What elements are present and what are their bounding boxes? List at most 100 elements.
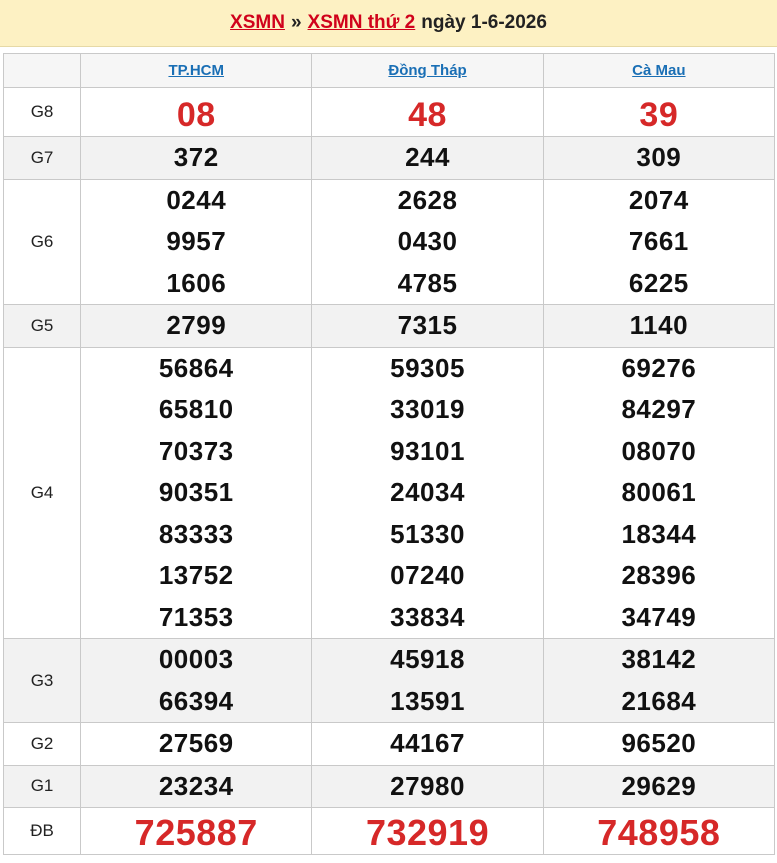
result-number: 0430 — [397, 226, 458, 256]
result-number: 34749 — [621, 601, 697, 632]
result-number: 59305 — [390, 352, 465, 383]
result-number: 07240 — [390, 560, 465, 590]
result-number: 69276 — [621, 352, 697, 383]
result-number: 1606 — [166, 267, 227, 298]
draw-date: ngày 1-6-2026 — [421, 12, 547, 33]
result-number: 00003 — [158, 644, 234, 674]
result-cell: 23234 — [80, 764, 313, 808]
result-cell: 08 — [80, 87, 313, 137]
result-cell: 38142 21684 — [542, 638, 776, 723]
result-number: 372 — [173, 142, 219, 172]
result-number: 80061 — [621, 477, 697, 507]
prize-label: ĐB — [2, 807, 82, 855]
result-cell: 27569 — [80, 722, 313, 766]
result-number: 70373 — [158, 435, 234, 466]
result-cell: 2799 — [80, 304, 313, 348]
result-cell: 725887 — [80, 807, 313, 855]
result-number: 23234 — [158, 770, 234, 801]
result-number: 13752 — [158, 560, 234, 590]
result-number: 39 — [639, 96, 679, 135]
result-number: 2628 — [397, 184, 458, 215]
result-number: 309 — [636, 142, 682, 172]
province-header-row: TP.HCM Đồng Tháp Cà Mau — [2, 53, 776, 88]
prize-label: G5 — [2, 304, 82, 348]
prize-label: G2 — [2, 722, 82, 766]
result-number: 18344 — [621, 518, 697, 549]
result-number: 83333 — [158, 518, 234, 549]
result-cell: 96520 — [542, 722, 776, 766]
corner-cell — [2, 53, 82, 88]
prize-row: G6 0244 9957 1606 2628 0430 4785 2074 7661 6225 — [2, 178, 776, 305]
result-number: 7315 — [397, 310, 458, 340]
result-number: 48 — [408, 96, 447, 135]
result-number: 27980 — [390, 770, 465, 801]
prize-label: G3 — [2, 638, 82, 723]
result-number: 21684 — [621, 685, 697, 716]
result-number: 71353 — [158, 601, 234, 632]
result-number: 45918 — [390, 644, 465, 674]
result-number: 732919 — [365, 812, 490, 854]
result-number: 27569 — [158, 728, 234, 758]
prize-row: ĐB 725887 732919 748958 — [2, 807, 776, 855]
result-cell: 29629 — [542, 764, 776, 808]
result-cell: 44167 — [311, 722, 544, 766]
result-number: 90351 — [158, 477, 234, 507]
prize-row: G2 27569 44167 96520 — [2, 722, 776, 766]
result-number: 13591 — [390, 685, 465, 716]
result-cell: 00003 66394 — [80, 638, 313, 723]
results-table: TP.HCM Đồng Tháp Cà Mau G8 08 48 39 G7 372 244… — [2, 53, 776, 855]
page-title-bar: XSMN » XSMN thứ 2 ngày 1-6-2026 — [0, 0, 777, 47]
result-number: 84297 — [621, 394, 697, 424]
prize-row: G1 23234 27980 29629 — [2, 764, 776, 808]
prize-row: G4 56864 65810 70373 90351 83333 13752 71353 593… — [2, 346, 776, 639]
province-link-tphcm[interactable]: TP.HCM — [168, 62, 224, 79]
result-number: 2799 — [166, 310, 227, 340]
result-cell: 2074 7661 6225 — [542, 178, 776, 305]
result-cell: 0244 9957 1606 — [80, 178, 313, 305]
result-number: 24034 — [390, 477, 465, 507]
result-cell: 27980 — [311, 764, 544, 808]
result-cell: 39 — [542, 87, 776, 137]
result-number: 51330 — [390, 518, 465, 549]
result-cell: 732919 — [311, 807, 544, 855]
result-number: 2074 — [628, 184, 689, 215]
result-cell: 2628 0430 4785 — [311, 178, 544, 305]
result-number: 9957 — [166, 226, 227, 256]
result-number: 08070 — [621, 435, 697, 466]
result-number: 38142 — [621, 644, 697, 674]
result-number: 08 — [176, 96, 216, 135]
result-cell: 56864 65810 70373 90351 83333 13752 71353 — [80, 346, 313, 639]
result-number: 33019 — [390, 394, 465, 424]
breadcrumb-separator: » — [290, 12, 302, 33]
result-number: 93101 — [390, 435, 465, 466]
result-number: 96520 — [621, 728, 697, 758]
xsmn-link[interactable]: XSMN — [230, 12, 285, 34]
province-link-ca-mau[interactable]: Cà Mau — [632, 62, 685, 79]
result-cell: 69276 84297 08070 80061 18344 28396 34749 — [542, 346, 776, 639]
result-number: 65810 — [158, 394, 234, 424]
result-cell: 45918 13591 — [311, 638, 544, 723]
result-number: 66394 — [158, 685, 234, 716]
result-cell: 748958 — [542, 807, 776, 855]
province-link-dong-thap[interactable]: Đồng Tháp — [388, 62, 466, 79]
prize-label: G8 — [2, 87, 82, 137]
prize-label: G1 — [2, 764, 82, 808]
result-number: 29629 — [621, 770, 697, 801]
result-number: 28396 — [621, 560, 697, 590]
result-cell: 244 — [311, 136, 544, 180]
result-number: 33834 — [390, 601, 465, 632]
result-number: 1140 — [629, 310, 689, 340]
result-cell: 59305 33019 93101 24034 51330 07240 33834 — [311, 346, 544, 639]
result-number: 7661 — [628, 226, 689, 256]
prize-row: G5 2799 7315 1140 — [2, 304, 776, 348]
result-cell: 7315 — [311, 304, 544, 348]
result-cell: 372 — [80, 136, 313, 180]
result-cell: 48 — [311, 87, 544, 137]
prize-label: G7 — [2, 136, 82, 180]
result-number: 0244 — [166, 184, 227, 215]
xsmn-weekday-link[interactable]: XSMN thứ 2 — [308, 12, 416, 34]
prize-label: G4 — [2, 346, 82, 639]
result-cell: 309 — [542, 136, 776, 180]
result-number: 56864 — [158, 352, 234, 383]
result-cell: 1140 — [542, 304, 776, 348]
